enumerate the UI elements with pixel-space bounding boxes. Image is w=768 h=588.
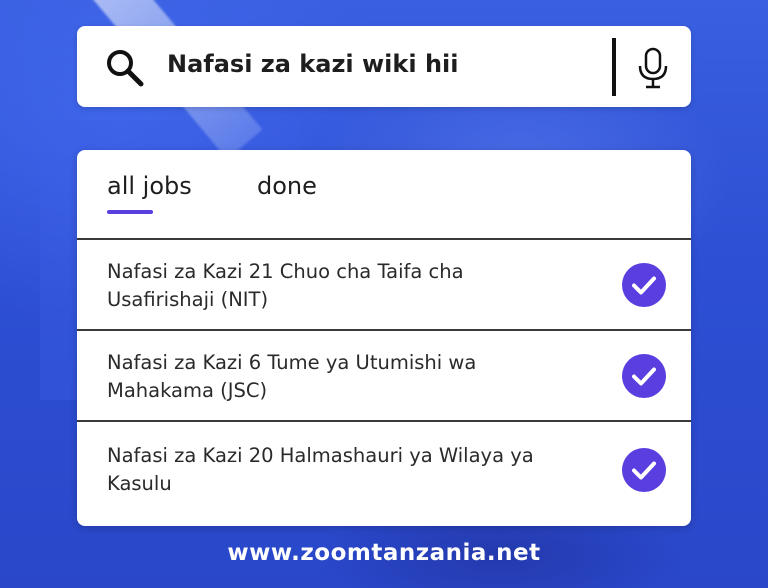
footer-website-url[interactable]: www.zoomtanzania.net: [0, 540, 768, 566]
job-title: Nafasi za Kazi 21 Chuo cha Taifa cha Usa…: [107, 260, 464, 311]
search-divider: [612, 38, 616, 96]
active-tab-indicator: [107, 210, 153, 214]
search-input[interactable]: Nafasi za kazi wiki hii: [167, 50, 459, 78]
job-list-item[interactable]: Nafasi za Kazi 20 Halmashauri ya Wilaya …: [77, 422, 691, 511]
search-bar[interactable]: Nafasi za kazi wiki hii: [77, 26, 691, 107]
job-title: Nafasi za Kazi 20 Halmashauri ya Wilaya …: [107, 444, 534, 495]
job-list-item[interactable]: Nafasi za Kazi 21 Chuo cha Taifa cha Usa…: [77, 240, 691, 331]
tab-bar: all jobs done: [77, 150, 691, 240]
job-title: Nafasi za Kazi 6 Tume ya Utumishi wa Mah…: [107, 351, 477, 402]
jobs-card: all jobs done Nafasi za Kazi 21 Chuo cha…: [77, 150, 691, 526]
microphone-icon[interactable]: [635, 46, 671, 90]
tab-done[interactable]: done: [257, 172, 317, 200]
search-icon[interactable]: [103, 46, 147, 90]
checkmark-circle-icon[interactable]: [622, 263, 666, 307]
checkmark-circle-icon[interactable]: [622, 448, 666, 492]
job-list-item[interactable]: Nafasi za Kazi 6 Tume ya Utumishi wa Mah…: [77, 331, 691, 422]
tab-all-jobs[interactable]: all jobs: [107, 172, 192, 200]
checkmark-circle-icon[interactable]: [622, 354, 666, 398]
